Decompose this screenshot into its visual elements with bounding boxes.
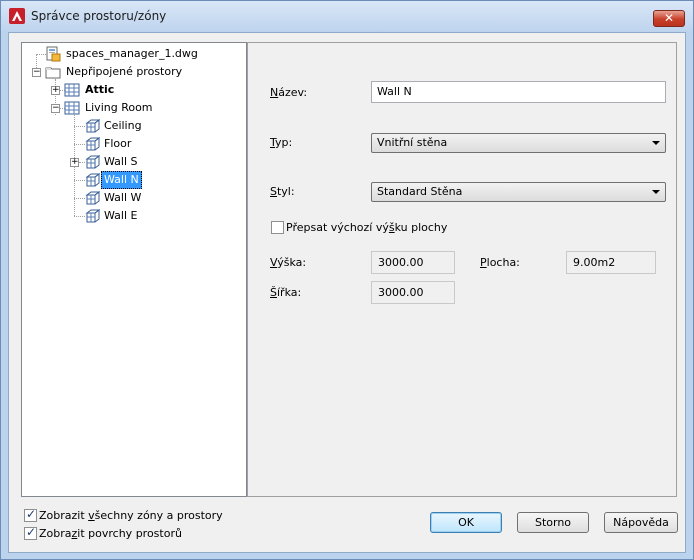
dialog-client-area: spaces_manager_1.dwg − Nepřipojené prost… bbox=[8, 32, 686, 553]
width-label: Šířka: bbox=[270, 286, 302, 299]
style-select-value: Standard Stěna bbox=[377, 185, 463, 198]
autocad-app-icon bbox=[9, 8, 25, 24]
override-height-checkbox[interactable] bbox=[271, 221, 284, 234]
tree-item-label: Attic bbox=[85, 83, 115, 96]
show-space-surfaces-checkbox[interactable] bbox=[24, 525, 37, 540]
window-title: Správce prostoru/zóny bbox=[31, 9, 167, 23]
tree-item-unattached-spaces[interactable]: − Nepřipojené prostory bbox=[22, 63, 242, 81]
dropdown-arrow-icon bbox=[652, 190, 660, 194]
tree-item-living-room[interactable]: − Living Room bbox=[22, 99, 242, 117]
tree-item-attic[interactable]: + Attic bbox=[22, 81, 242, 99]
cancel-button[interactable]: Storno bbox=[517, 512, 589, 533]
width-value: 3000.00 bbox=[371, 281, 455, 304]
folder-icon bbox=[45, 67, 61, 79]
style-label: Styl: bbox=[270, 185, 295, 198]
style-select[interactable]: Standard Stěna bbox=[371, 182, 666, 202]
tree-item-label: Wall S bbox=[104, 155, 138, 168]
tree-item-label: Nepřipojené prostory bbox=[66, 65, 183, 78]
tree-item-root[interactable]: spaces_manager_1.dwg bbox=[22, 45, 242, 63]
tree-item-label: Living Room bbox=[85, 101, 153, 114]
show-all-zones-checkbox[interactable] bbox=[24, 507, 37, 522]
tree-item-wall-w[interactable]: Wall W bbox=[22, 189, 242, 207]
tree-item-ceiling[interactable]: Ceiling bbox=[22, 117, 242, 135]
tree-item-label: Wall E bbox=[104, 209, 138, 222]
collapse-icon[interactable]: − bbox=[51, 104, 60, 113]
override-height-label: Přepsat výchozí výšku plochy bbox=[286, 221, 448, 234]
show-all-zones-label: Zobrazit všechny zóny a prostory bbox=[39, 509, 223, 522]
name-label: Název: bbox=[270, 86, 308, 99]
space-zone-manager-window: Správce prostoru/zóny ✕ spaces_manager_1… bbox=[0, 0, 694, 560]
ok-button[interactable]: OK bbox=[430, 512, 502, 533]
area-label: Plocha: bbox=[480, 256, 520, 269]
title-bar[interactable]: Správce prostoru/zóny ✕ bbox=[1, 1, 693, 31]
zone-icon bbox=[64, 101, 80, 115]
dropdown-arrow-icon bbox=[652, 141, 660, 145]
area-value: 9.00m2 bbox=[566, 251, 656, 274]
type-select[interactable]: Vnitřní stěna bbox=[371, 133, 666, 153]
space-surface-icon bbox=[85, 137, 100, 151]
height-label: Výška: bbox=[270, 256, 307, 269]
tree-item-label: Wall N bbox=[101, 171, 142, 189]
close-button[interactable]: ✕ bbox=[653, 10, 685, 27]
height-value: 3000.00 bbox=[371, 251, 455, 274]
tree-item-wall-s[interactable]: + Wall S bbox=[22, 153, 242, 171]
space-surface-icon bbox=[85, 155, 100, 169]
tree-item-label: Floor bbox=[104, 137, 132, 150]
tree-item-wall-e[interactable]: Wall E bbox=[22, 207, 242, 225]
properties-panel: Název: Wall N Typ: Vnitřní stěna Styl: S… bbox=[247, 42, 677, 497]
collapse-icon[interactable]: − bbox=[32, 68, 41, 77]
dwg-file-icon bbox=[46, 46, 61, 62]
zone-icon bbox=[64, 83, 80, 97]
space-surface-icon bbox=[85, 209, 100, 223]
type-label: Typ: bbox=[270, 136, 293, 149]
tree-item-label: Wall W bbox=[104, 191, 142, 204]
help-button[interactable]: Nápověda bbox=[604, 512, 678, 533]
name-input[interactable]: Wall N bbox=[371, 81, 666, 103]
space-surface-icon bbox=[85, 173, 100, 187]
expand-icon[interactable]: + bbox=[70, 158, 79, 167]
space-surface-icon bbox=[85, 191, 100, 205]
tree-item-label: Ceiling bbox=[104, 119, 142, 132]
space-surface-icon bbox=[85, 119, 100, 133]
space-tree[interactable]: spaces_manager_1.dwg − Nepřipojené prost… bbox=[21, 42, 247, 497]
tree-item-wall-n[interactable]: Wall N bbox=[22, 171, 242, 189]
tree-item-label: spaces_manager_1.dwg bbox=[66, 47, 198, 60]
show-space-surfaces-label: Zobrazit povrchy prostorů bbox=[39, 527, 182, 540]
tree-item-floor[interactable]: Floor bbox=[22, 135, 242, 153]
type-select-value: Vnitřní stěna bbox=[377, 136, 448, 149]
expand-icon[interactable]: + bbox=[51, 86, 60, 95]
